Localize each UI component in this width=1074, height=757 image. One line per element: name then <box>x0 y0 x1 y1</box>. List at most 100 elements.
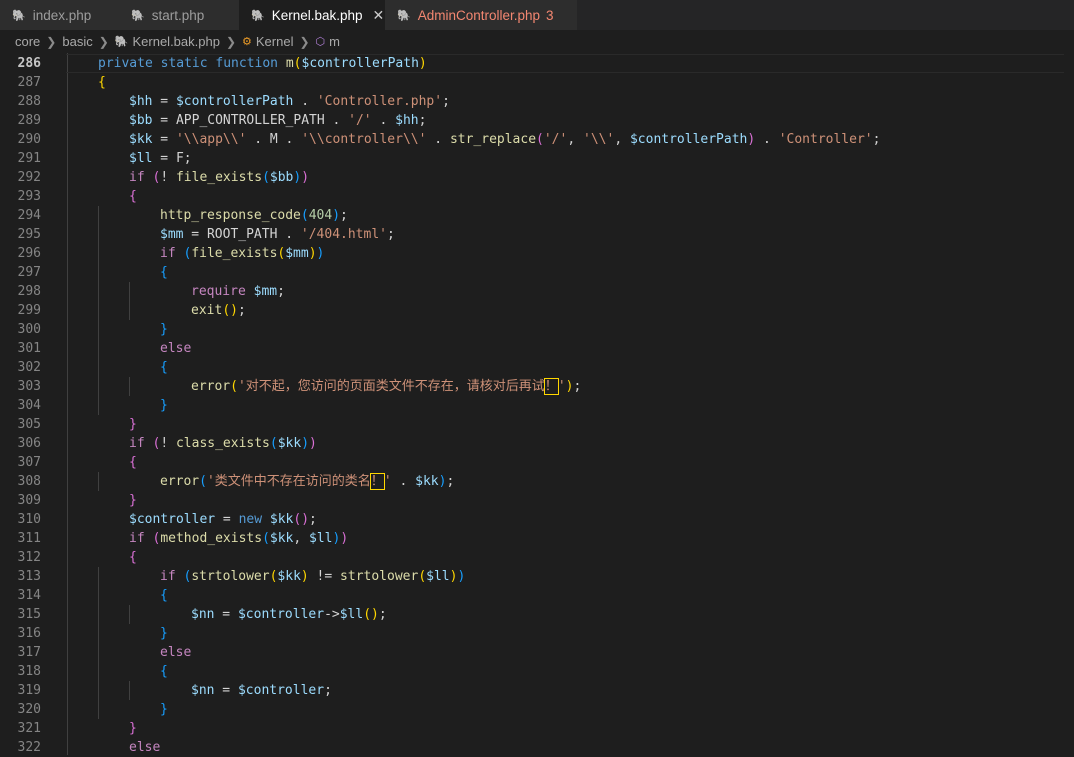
line-number: 297 <box>17 265 41 280</box>
code-line[interactable]: 302 { <box>0 358 1074 377</box>
php-elephant-icon: 🐘 <box>397 9 411 22</box>
code-token: ) <box>301 436 310 451</box>
code-line[interactable]: 288 $hh = $controllerPath . 'Controller.p… <box>0 92 1074 111</box>
code-line[interactable]: 309} <box>0 491 1074 510</box>
code-token: strtolower <box>340 569 419 584</box>
code-line[interactable]: 295 $mm = ROOT_PATH . '/404.html'; <box>0 225 1074 244</box>
code-text: { <box>160 263 168 282</box>
code-line[interactable]: 319 $nn = $controller; <box>0 681 1074 700</box>
code-line[interactable]: 318 { <box>0 662 1074 681</box>
code-token: -> <box>324 607 340 622</box>
code-line[interactable]: 307 { <box>0 453 1074 472</box>
code-line[interactable]: 321} <box>0 719 1074 738</box>
indent-guide <box>98 643 99 662</box>
code-line[interactable]: 286 private static function m($controller… <box>0 54 1074 73</box>
chevron-right-icon: ❯ <box>299 34 310 49</box>
code-line[interactable]: 297 { <box>0 263 1074 282</box>
code-line[interactable]: 289 $bb = APP_CONTROLLER_PATH . '/' . $hh… <box>0 111 1074 130</box>
code-token: ) <box>340 531 349 546</box>
code-line[interactable]: 310 $controller = new $kk(); <box>0 510 1074 529</box>
line-number: 313 <box>17 569 41 584</box>
code-line[interactable]: 290 $kk = '\\app\\' . M . '\\controller\\… <box>0 130 1074 149</box>
code-token: . <box>293 94 317 109</box>
code-token: new <box>238 512 270 527</box>
code-line[interactable]: 303 error('对不起，您访问的页面类文件不存在，请核对后再试！'); <box>0 377 1074 396</box>
code-token: $controller <box>129 512 216 527</box>
tab-start-php[interactable]: 🐘 start.php <box>119 0 239 30</box>
code-token: { <box>160 664 168 679</box>
code-text: $bb = APP_CONTROLLER_PATH . '/' . $hh; <box>129 111 426 130</box>
code-line[interactable]: 299 exit(); <box>0 301 1074 320</box>
code-token: . <box>426 132 450 147</box>
code-line[interactable]: 301 else <box>0 339 1074 358</box>
code-text: $controller = new $kk(); <box>129 510 317 529</box>
breadcrumb: core ❯ basic ❯ 🐘 Kernel.bak.php ❯ ⚙ Kern… <box>0 30 1074 53</box>
code-line[interactable]: 312 { <box>0 548 1074 567</box>
code-token: ( <box>230 379 238 394</box>
code-line[interactable]: 311 if (method_exists($kk, $ll)) <box>0 529 1074 548</box>
tab-kernel-bak-php[interactable]: 🐘 Kernel.bak.php ✕ <box>239 0 385 30</box>
code-token: { <box>160 265 168 280</box>
breadcrumb-item-basic[interactable]: basic <box>62 34 92 49</box>
breadcrumb-item-method[interactable]: m <box>329 34 340 49</box>
tab-index-php[interactable]: 🐘 index.php <box>0 0 119 30</box>
code-line[interactable]: 316} <box>0 624 1074 643</box>
code-line[interactable]: 306 if (! class_exists($kk)) <box>0 434 1074 453</box>
breadcrumb-item-core[interactable]: core <box>15 34 40 49</box>
code-text: else <box>160 643 191 662</box>
code-line[interactable]: 308 error('类文件中不存在访问的类名！' . $kk); <box>0 472 1074 491</box>
code-line[interactable]: 287 { <box>0 73 1074 92</box>
code-token: ; <box>340 208 348 223</box>
code-token: ( <box>418 569 427 584</box>
code-token: $kk <box>277 436 302 451</box>
code-token: ; <box>418 113 427 128</box>
code-token: $kk <box>269 531 294 546</box>
line-number: 317 <box>17 645 41 660</box>
code-line[interactable]: 292 if (! file_exists($bb)) <box>0 168 1074 187</box>
code-token: { <box>129 189 137 204</box>
code-token: '/' <box>348 113 372 128</box>
breadcrumb-item-file[interactable]: Kernel.bak.php <box>132 34 219 49</box>
line-number: 286 <box>17 56 41 71</box>
indent-guide <box>98 586 99 605</box>
code-line[interactable]: 320} <box>0 700 1074 719</box>
code-token: $bb <box>269 170 294 185</box>
code-token: . <box>371 113 396 128</box>
code-line[interactable]: 300} <box>0 320 1074 339</box>
code-line[interactable]: 314 { <box>0 586 1074 605</box>
line-number: 319 <box>17 683 41 698</box>
line-number: 316 <box>17 626 41 641</box>
code-token: ！ <box>369 473 385 490</box>
code-line[interactable]: 317 else <box>0 643 1074 662</box>
code-token: } <box>160 626 168 641</box>
code-line[interactable]: 294 http_response_code(404); <box>0 206 1074 225</box>
tab-admincontroller-php[interactable]: 🐘 AdminController.php 3 <box>385 0 577 30</box>
code-line[interactable]: 305} <box>0 415 1074 434</box>
line-number: 303 <box>17 379 41 394</box>
line-number: 305 <box>17 417 41 432</box>
breadcrumb-item-class[interactable]: Kernel <box>256 34 294 49</box>
code-token: = <box>215 512 239 527</box>
php-elephant-icon: 🐘 <box>131 9 145 22</box>
tab-label: index.php <box>32 7 92 23</box>
code-line[interactable]: 291 $ll = F; <box>0 149 1074 168</box>
code-token: 'Controller' <box>778 132 873 147</box>
code-token: } <box>160 702 168 717</box>
code-line[interactable]: 315 $nn = $controller->$ll(); <box>0 605 1074 624</box>
code-line[interactable]: 304} <box>0 396 1074 415</box>
code-token: = F; <box>152 151 192 166</box>
code-text: $nn = $controller->$ll(); <box>191 605 387 624</box>
code-token: error <box>191 379 231 394</box>
code-line[interactable]: 293 { <box>0 187 1074 206</box>
code-text: $hh = $controllerPath . 'Controller.php'… <box>129 92 450 111</box>
code-line[interactable]: 298 require $mm; <box>0 282 1074 301</box>
code-line[interactable]: 313 if (strtolower($kk) != strtolower($ll… <box>0 567 1074 586</box>
line-number: 304 <box>17 398 41 413</box>
code-token: ; <box>237 303 246 318</box>
code-token: ' <box>557 379 566 394</box>
close-icon[interactable]: ✕ <box>373 7 385 24</box>
code-line[interactable]: 296 if (file_exists($mm)) <box>0 244 1074 263</box>
code-editor[interactable]: 286 private static function m($controller… <box>0 53 1074 755</box>
code-token: else <box>160 341 192 356</box>
code-line[interactable]: 322 else <box>0 738 1074 757</box>
